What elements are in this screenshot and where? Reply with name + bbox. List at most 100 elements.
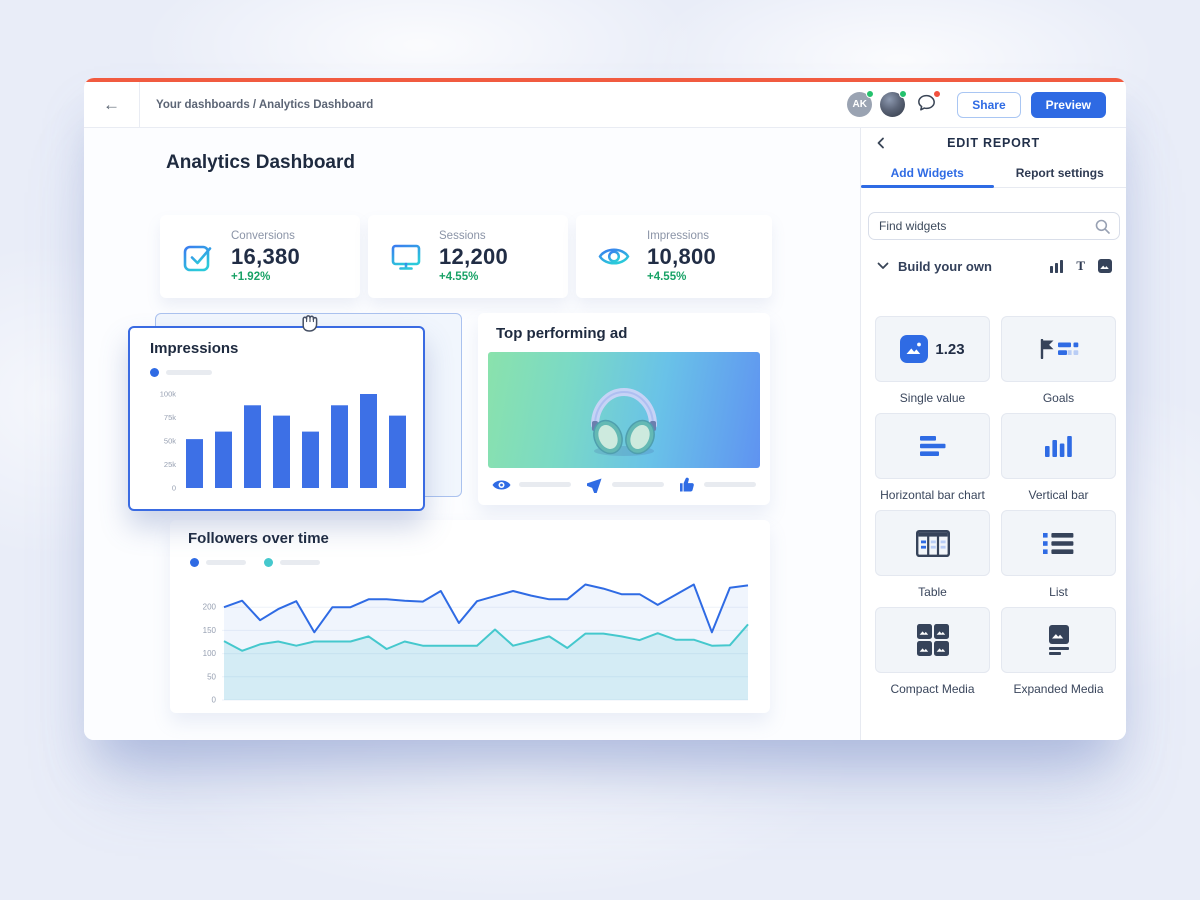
- table-icon: [916, 530, 950, 557]
- search-icon: [1095, 219, 1110, 234]
- chart-legend: [150, 368, 212, 377]
- ad-stat: [492, 476, 571, 493]
- kpi-delta: +4.55%: [439, 271, 508, 283]
- svg-text:200: 200: [203, 603, 217, 612]
- collapse-panel-button[interactable]: [875, 136, 886, 155]
- widget-tile-list[interactable]: [1001, 510, 1116, 576]
- avatar-photo[interactable]: [880, 92, 905, 117]
- widget-tile-cell: Compact Media: [875, 607, 990, 696]
- svg-text:25k: 25k: [164, 460, 176, 469]
- widget-tile-table[interactable]: [875, 510, 990, 576]
- panel-tabs: Add Widgets Report settings: [861, 158, 1126, 188]
- legend-dot: [190, 558, 199, 567]
- widget-tile-compact-media[interactable]: [875, 607, 990, 673]
- image-icon[interactable]: [1098, 259, 1112, 273]
- text-icon[interactable]: T: [1076, 258, 1085, 274]
- followers-widget[interactable]: Followers over time 0 50 100 150 200: [170, 520, 770, 713]
- stat-skeleton-bar: [519, 482, 571, 487]
- hbar-icon: [920, 435, 946, 457]
- tile-label: Compact Media: [890, 682, 974, 696]
- kpi-row: Conversions 16,380 +1.92% Sessions 12,20…: [160, 215, 772, 298]
- kpi-label: Conversions: [231, 230, 300, 242]
- kpi-label: Sessions: [439, 230, 508, 242]
- single-value-icon: [900, 335, 928, 363]
- legend-dot: [150, 368, 159, 377]
- headphones-illustration: [564, 363, 684, 468]
- widget-tile-vertical-bar[interactable]: [1001, 413, 1116, 479]
- kpi-value: 12,200: [439, 244, 508, 270]
- kpi-card-sessions[interactable]: Sessions 12,200 +4.55%: [368, 215, 568, 298]
- app-window: ← Your dashboards / Analytics Dashboard …: [84, 78, 1126, 740]
- widget-tile-cell: 1.23 Single value: [875, 316, 990, 405]
- page-title: Analytics Dashboard: [166, 152, 355, 174]
- report-canvas: Analytics Dashboard Conversions 16,380 +…: [84, 128, 860, 740]
- ad-stats-row: [492, 476, 756, 493]
- vbar-icon: [1045, 435, 1072, 457]
- svg-text:0: 0: [212, 696, 217, 705]
- widget-title: Followers over time: [188, 530, 329, 547]
- widget-tile-cell: Table: [875, 510, 990, 599]
- widget-search: [868, 212, 1120, 240]
- impressions-widget[interactable]: Impressions 025k50k75k100k: [128, 326, 425, 511]
- tile-label: Vertical bar: [1028, 488, 1088, 502]
- avatar-initials[interactable]: AK: [847, 92, 872, 117]
- svg-text:75k: 75k: [164, 413, 176, 422]
- search-input[interactable]: [869, 219, 1095, 233]
- stat-skeleton-bar: [704, 482, 756, 487]
- share-button[interactable]: Share: [957, 92, 1020, 118]
- widget-tile-cell: Horizontal bar chart: [875, 413, 990, 502]
- compact-media-icon: [917, 624, 949, 656]
- chart-legend: [190, 558, 320, 567]
- eye-filled-icon: [492, 478, 511, 492]
- online-status-dot: [899, 90, 907, 98]
- kpi-card-conversions[interactable]: Conversions 16,380 +1.92%: [160, 215, 360, 298]
- chevron-down-icon[interactable]: [877, 262, 889, 270]
- tab-report-settings[interactable]: Report settings: [994, 158, 1127, 187]
- back-arrow-icon: ←: [103, 95, 120, 115]
- widget-title: Impressions: [150, 340, 238, 357]
- svg-text:150: 150: [203, 626, 217, 635]
- grab-hand-cursor: [296, 309, 322, 335]
- svg-text:100k: 100k: [160, 390, 177, 399]
- stat-skeleton-bar: [612, 482, 664, 487]
- bar-chart-icon[interactable]: [1050, 260, 1063, 273]
- tile-label: Table: [918, 585, 947, 599]
- preview-button[interactable]: Preview: [1031, 92, 1106, 118]
- top-performing-ad-widget[interactable]: Top performing ad: [478, 313, 770, 505]
- legend-item: [264, 558, 320, 567]
- avatar-initials-text: AK: [853, 99, 867, 110]
- list-icon: [1043, 533, 1074, 554]
- widget-tile-cell: Goals: [1001, 316, 1116, 405]
- widget-tile-expanded-media[interactable]: [1001, 607, 1116, 673]
- legend-skeleton-bar: [166, 370, 212, 375]
- topbar-right-cluster: AK Share Preview: [839, 92, 1126, 118]
- widget-tile-single-value[interactable]: 1.23: [875, 316, 990, 382]
- legend-dot: [264, 558, 273, 567]
- widget-tile-cell: List: [1001, 510, 1116, 599]
- back-button[interactable]: ←: [84, 82, 140, 127]
- svg-text:50: 50: [207, 672, 216, 681]
- widget-tile-goals[interactable]: [1001, 316, 1116, 382]
- tab-add-widgets[interactable]: Add Widgets: [861, 158, 994, 187]
- ad-stat: [679, 476, 756, 493]
- build-your-own-label[interactable]: Build your own: [898, 259, 992, 274]
- kpi-value: 10,800: [647, 244, 716, 270]
- comments-button[interactable]: [913, 92, 939, 118]
- legend-skeleton-bar: [280, 560, 320, 565]
- panel-header: EDIT REPORT: [861, 128, 1126, 158]
- online-status-dot: [866, 90, 874, 98]
- panel-title: EDIT REPORT: [947, 136, 1040, 150]
- widget-tile-cell: Expanded Media: [1001, 607, 1116, 696]
- legend-item: [190, 558, 246, 567]
- goals-icon: [1039, 339, 1079, 359]
- monitor-icon: [388, 239, 424, 275]
- legend-skeleton-bar: [206, 560, 246, 565]
- app-body: Analytics Dashboard Conversions 16,380 +…: [84, 128, 1126, 740]
- widget-tile-grid: 1.23 Single value Goals Horizontal bar c…: [875, 316, 1116, 696]
- top-bar: ← Your dashboards / Analytics Dashboard …: [84, 82, 1126, 128]
- widget-tile-horizontal-bar-chart[interactable]: [875, 413, 990, 479]
- tile-label: Single value: [900, 391, 965, 405]
- kpi-card-impressions[interactable]: Impressions 10,800 +4.55%: [576, 215, 772, 298]
- ad-stat: [587, 476, 664, 493]
- tile-label: Goals: [1043, 391, 1074, 405]
